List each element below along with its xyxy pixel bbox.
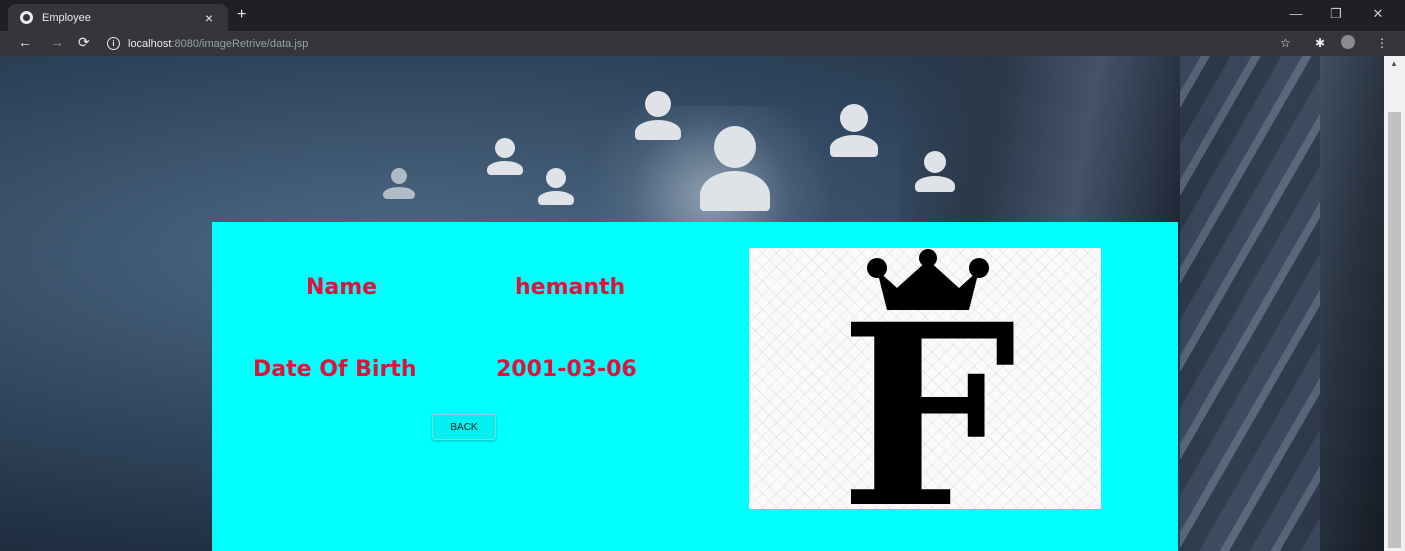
tab-title: Employee <box>42 11 91 24</box>
info-icon[interactable]: i <box>107 37 120 50</box>
employee-panel: Name hemanth Date Of Birth 2001-03-06 BA… <box>212 222 1178 551</box>
name-value: hemanth <box>515 275 626 300</box>
photo-letter: F <box>839 269 1017 509</box>
person-icon <box>538 168 574 205</box>
scroll-up-icon[interactable]: ▲ <box>1390 59 1398 68</box>
dob-value: 2001-03-06 <box>496 357 637 382</box>
globe-icon <box>20 11 33 24</box>
url-path: :8080/imageRetrive/data.jsp <box>171 37 309 50</box>
employee-photo: F <box>749 248 1101 509</box>
person-icon <box>700 126 770 211</box>
new-tab-icon[interactable]: + <box>237 6 246 24</box>
back-nav-icon[interactable]: ← <box>18 34 32 50</box>
browser-toolbar: ← → ⟳ i localhost:8080/imageRetrive/data… <box>0 31 1405 56</box>
back-button[interactable]: BACK <box>432 414 496 440</box>
forward-nav-icon[interactable]: → <box>50 34 64 50</box>
address-bar[interactable]: i localhost:8080/imageRetrive/data.jsp <box>107 34 1307 53</box>
tab-employee[interactable]: Employee × <box>8 4 228 31</box>
kebab-menu-icon[interactable]: ⋮ <box>1376 36 1388 50</box>
avatar-icon[interactable] <box>1341 35 1355 49</box>
scroll-thumb[interactable] <box>1388 112 1401 548</box>
reload-icon[interactable]: ⟳ <box>78 34 90 51</box>
background-tie <box>1180 56 1320 551</box>
vertical-scrollbar[interactable]: ▲ <box>1384 56 1405 551</box>
person-icon <box>915 151 955 192</box>
restore-icon[interactable]: ❐ <box>1322 6 1350 22</box>
tab-close-icon[interactable]: × <box>200 10 218 26</box>
dob-label: Date Of Birth <box>253 357 417 382</box>
person-icon <box>383 168 415 199</box>
puzzle-icon[interactable]: ✱ <box>1315 36 1325 50</box>
minimize-icon[interactable]: — <box>1282 6 1310 21</box>
tab-strip: Employee × + — ❐ ✕ <box>0 0 1405 31</box>
star-icon[interactable]: ☆ <box>1280 36 1291 50</box>
close-window-icon[interactable]: ✕ <box>1364 6 1392 22</box>
url-host: localhost <box>128 37 172 50</box>
crown-letter-logo: F <box>839 249 1017 509</box>
person-icon <box>635 91 681 140</box>
person-icon <box>830 104 878 157</box>
page-viewport: Name hemanth Date Of Birth 2001-03-06 BA… <box>0 56 1384 551</box>
name-label: Name <box>306 275 378 300</box>
person-icon <box>487 138 523 175</box>
